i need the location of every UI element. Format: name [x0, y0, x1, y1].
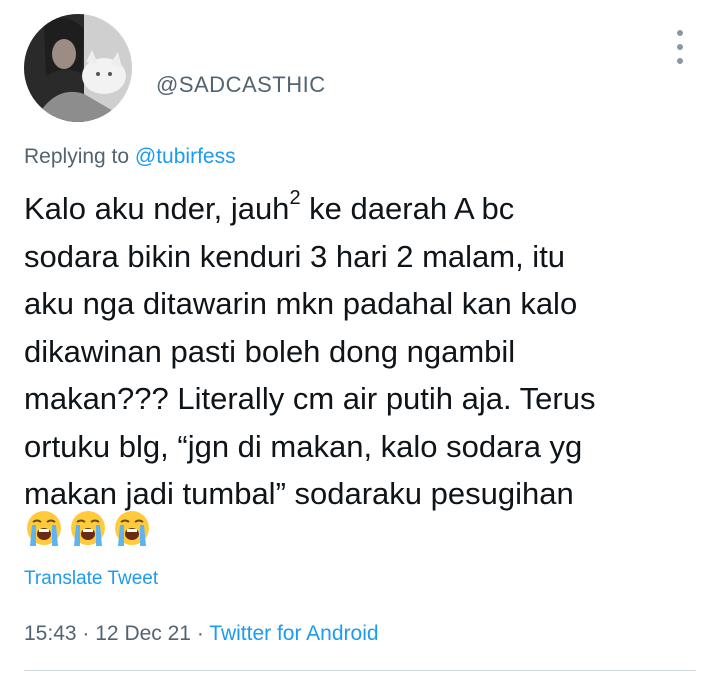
tweet-line: dikawinan pasti boleh dong ngambil — [24, 333, 516, 369]
meta-separator: · — [196, 622, 204, 645]
tweet-date[interactable]: 12 Dec 21 — [95, 622, 191, 645]
tweet-text-part: Kalo aku nder, jauh — [24, 191, 290, 226]
dot — [677, 44, 683, 50]
loudly-crying-face-icon — [115, 511, 149, 546]
replying-label: Replying to — [24, 145, 130, 168]
divider — [24, 670, 696, 671]
meta-separator: · — [82, 622, 90, 645]
more-options-icon[interactable] — [668, 30, 692, 64]
reply-mention-link[interactable]: @tubirfess — [135, 145, 236, 168]
translate-tweet-link[interactable]: Translate Tweet — [24, 568, 158, 590]
user-handle[interactable]: @SADCASTHIC — [156, 72, 326, 98]
tweet-line: sodara bikin kenduri 3 hari 2 malam, itu — [24, 238, 566, 274]
tweet-time[interactable]: 15:43 — [24, 622, 77, 645]
emoji-row — [24, 508, 152, 548]
avatar-photo — [24, 14, 132, 122]
tweet-text-part: ke daerah A bc — [300, 191, 515, 226]
avatar[interactable] — [24, 14, 132, 122]
tweet-line: makan??? Literally cm air putih aja. Ter… — [24, 381, 596, 416]
tweet-line: aku nga ditawarin mkn padahal kan kalo — [24, 286, 578, 321]
loudly-crying-face-icon — [27, 511, 61, 546]
dot — [677, 30, 683, 36]
replying-to: Replying to @tubirfess — [24, 145, 236, 169]
superscript: 2 — [289, 186, 301, 209]
tweet-text: Kalo aku nder, jauh2 ke daerah A bc soda… — [24, 185, 704, 518]
tweet-meta: 15:43 · 12 Dec 21 · Twitter for Android — [24, 622, 379, 646]
tweet-source-link[interactable]: Twitter for Android — [209, 622, 378, 645]
loudly-crying-face-icon — [71, 511, 105, 546]
tweet-line: Kalo aku nder, jauh2 ke daerah A bc — [24, 185, 704, 233]
dot — [677, 58, 683, 64]
tweet-line: ortuku blg, “jgn di makan, kalo sodara y… — [24, 428, 583, 464]
